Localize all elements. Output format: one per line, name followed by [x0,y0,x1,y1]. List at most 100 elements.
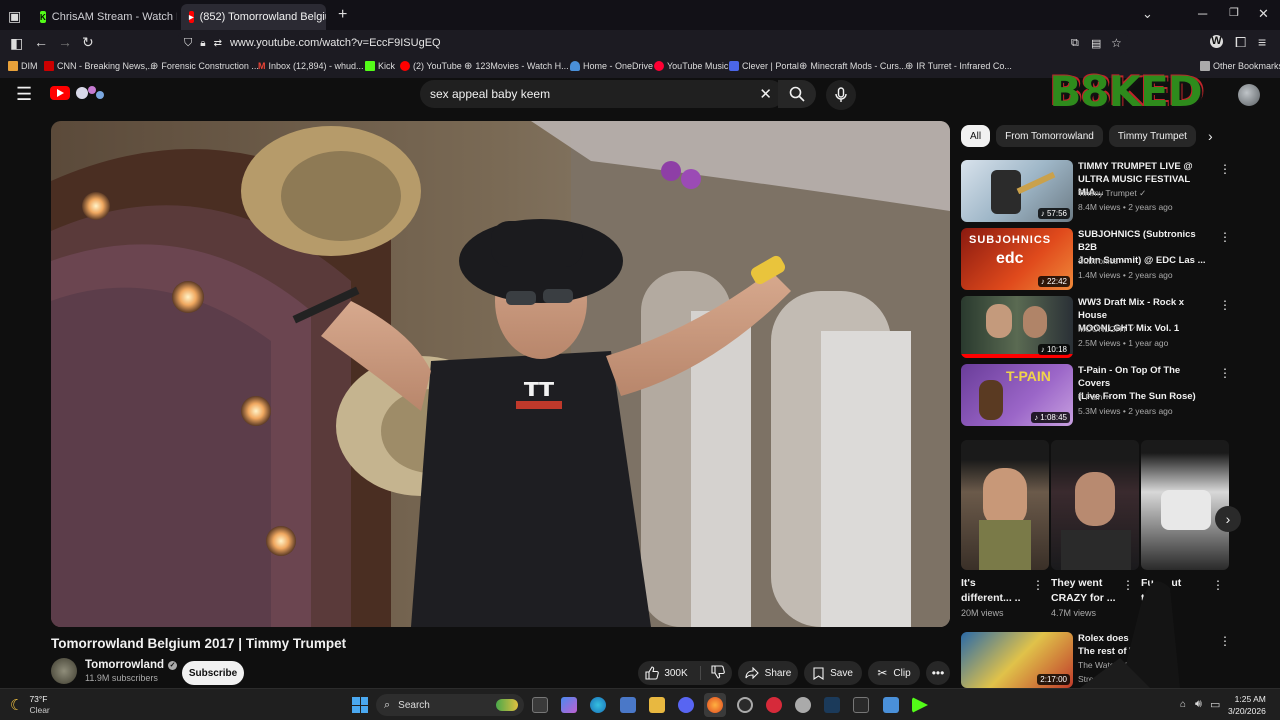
chip-timmy-trumpet[interactable]: Timmy Trumpet [1108,125,1196,147]
bookmark-cnn[interactable]: CNN - Breaking News,... [44,61,155,71]
bookmark-youtube-music[interactable]: YouTube Music [654,61,728,71]
share-button[interactable]: Share [738,661,798,685]
menu-icon[interactable]: ≡ [1258,34,1266,50]
taskbar-search[interactable]: ⌕ Search [376,694,524,716]
edge-icon[interactable] [590,697,606,713]
settings-gear-icon[interactable] [795,697,811,713]
bookmark-star-icon[interactable]: ☆ [1111,36,1122,50]
firefox-icon[interactable] [707,697,723,713]
minimize-button[interactable]: ─ [1198,6,1207,21]
rec-channel[interactable]: MOONLGHT ✓ [1078,324,1136,335]
youtube-music-icon [654,61,664,71]
more-vert-icon[interactable]: ⋮ [1219,366,1231,380]
recommended-video[interactable]: SUBJOHNICS edc ♪ 22:42 SUBJOHNICS (Subtr… [961,228,1231,290]
subscribe-button[interactable]: Subscribe [182,661,244,685]
reload-button[interactable]: ↻ [82,34,94,51]
task-view-icon[interactable] [532,697,548,713]
restore-button[interactable]: ❐ [1229,6,1239,19]
chevron-down-icon[interactable]: ⌄ [1142,6,1153,22]
picture-in-picture-icon[interactable]: ⧉ [1071,37,1079,50]
bookmark-minecraft[interactable]: ⊕ Minecraft Mods - Curs... [799,61,906,72]
video-player[interactable]: тт [51,121,950,627]
save-button[interactable]: Save [804,661,862,685]
store-icon[interactable] [620,697,636,713]
close-window-button[interactable]: ✕ [1258,6,1269,22]
clip-button[interactable]: ✂ Clip [868,661,920,685]
bookmark-inbox[interactable]: M Inbox (12,894) - whud... [258,61,364,71]
bookmark-clever[interactable]: Clever | Portal [729,61,799,71]
recommended-video[interactable]: T-PAIN ♪ 1:08:45 T-Pain - On Top Of The … [961,364,1231,426]
youtube-music-icon[interactable] [766,697,782,713]
short-title[interactable]: It's different... .. [961,576,1033,606]
bookmark-dim[interactable]: DIM [8,61,38,71]
back-button[interactable]: ← [34,34,48,50]
search-input[interactable]: sex appeal baby keem ✕ [420,80,784,108]
photos-icon[interactable] [883,697,899,713]
new-tab-button[interactable]: + [338,6,347,24]
recommended-video[interactable]: ♪ 57:56 TIMMY TRUMPET LIVE @ ULTRA MUSIC … [961,160,1231,222]
chip-from-tomorrowland[interactable]: From Tomorrowland [996,125,1103,147]
rec-channel[interactable]: T Pain ✓ [1078,392,1112,403]
forward-button[interactable]: → [58,34,72,50]
reader-view-icon[interactable]: ▤ [1091,37,1101,50]
volume-icon[interactable]: 🔊︎ [1195,698,1202,711]
doodle-icon[interactable] [74,82,108,104]
channel-name[interactable]: Tomorrowland [85,659,164,671]
rec-channel[interactable]: Timmy Trumpet ✓ [1078,188,1146,199]
more-vert-icon[interactable]: ⋮ [1219,298,1231,312]
video-thumbnail[interactable]: ♪ 57:56 [961,160,1073,222]
bookmark-123movies[interactable]: ⊕ 123Movies - Watch H... [464,61,569,72]
kick-play-icon[interactable] [912,697,928,713]
network-icon[interactable]: ⌂ [1180,699,1186,710]
dislike-button[interactable] [707,664,725,682]
account-avatar[interactable] [1238,84,1260,106]
recommended-video[interactable]: ♪ 10:18 WW3 Draft Mix - Rock x House MOON… [961,296,1231,358]
more-vert-icon[interactable]: ⋮ [1219,634,1231,648]
tab-youtube[interactable]: ▶ (852) Tomorrowland Belgiu ✕ [181,4,326,30]
bookmark-label: Minecraft Mods - Curs... [810,61,907,71]
discord-icon[interactable] [678,697,694,713]
more-vert-icon[interactable]: ⋮ [1032,578,1044,592]
copilot-icon[interactable] [561,697,577,713]
bookmark-kick[interactable]: Kick [365,61,395,71]
hamburger-menu-icon[interactable]: ☰ [16,84,32,105]
more-vert-icon[interactable]: ⋮ [1212,578,1224,592]
bookmark-ir-turret[interactable]: ⊕ IR Turret - Infrared Co... [905,61,1012,72]
weather-widget[interactable]: ☾ 73°F Clear [10,694,50,716]
clear-icon[interactable]: ✕ [759,85,772,103]
channel-avatar[interactable] [51,658,77,684]
sidebar-icon[interactable]: ◧ [10,35,23,52]
search-button[interactable] [778,80,816,108]
address-bar[interactable]: ⛉ 🔒︎ ⇄ www.youtube.com/watch?v=EccF9ISUg… [178,33,1128,53]
chip-all[interactable]: All [961,125,991,147]
extensions-icon[interactable]: ⧠ [1235,34,1246,51]
youtube-logo[interactable] [50,86,70,100]
more-vert-icon[interactable]: ⋮ [1219,230,1231,244]
steam-icon[interactable] [824,697,840,713]
video-thumbnail[interactable]: T-PAIN ♪ 1:08:45 [961,364,1073,426]
bookmark-youtube[interactable]: (2) YouTube [400,61,462,71]
bookmark-label: Home - OneDrive [583,61,654,71]
bookmark-onedrive[interactable]: Home - OneDrive [570,61,653,71]
more-vert-icon[interactable]: ⋮ [1219,162,1231,176]
shorts-next-button[interactable]: › [1215,506,1241,532]
battery-icon[interactable]: ▭ [1210,698,1220,711]
app-icon[interactable] [853,697,869,713]
bookmark-forensic[interactable]: ⊕ Forensic Construction ... [150,61,259,72]
clock[interactable]: 1:25 AM 3/20/2026 [1228,693,1266,717]
rec-channel[interactable]: Subtronics ✓ [1078,256,1128,267]
obs-icon[interactable] [737,697,753,713]
short-thumbnail[interactable] [961,440,1049,570]
like-button[interactable]: 300K [645,666,701,680]
file-explorer-icon[interactable] [649,697,665,713]
profile-icon[interactable]: W [1210,35,1223,48]
video-thumbnail[interactable]: 2:17:00 [961,632,1073,688]
chevron-right-icon[interactable]: › [1208,128,1213,144]
voice-search-button[interactable] [826,80,856,110]
more-actions-button[interactable]: ••• [926,661,950,685]
video-thumbnail[interactable]: SUBJOHNICS edc ♪ 22:42 [961,228,1073,290]
start-button[interactable] [352,697,368,713]
tab-list-icon[interactable]: ▣ [8,8,21,25]
tab-chrisam[interactable]: K ChrisAM Stream - Watch Li ✕ [32,4,177,30]
video-thumbnail[interactable]: ♪ 10:18 [961,296,1073,358]
